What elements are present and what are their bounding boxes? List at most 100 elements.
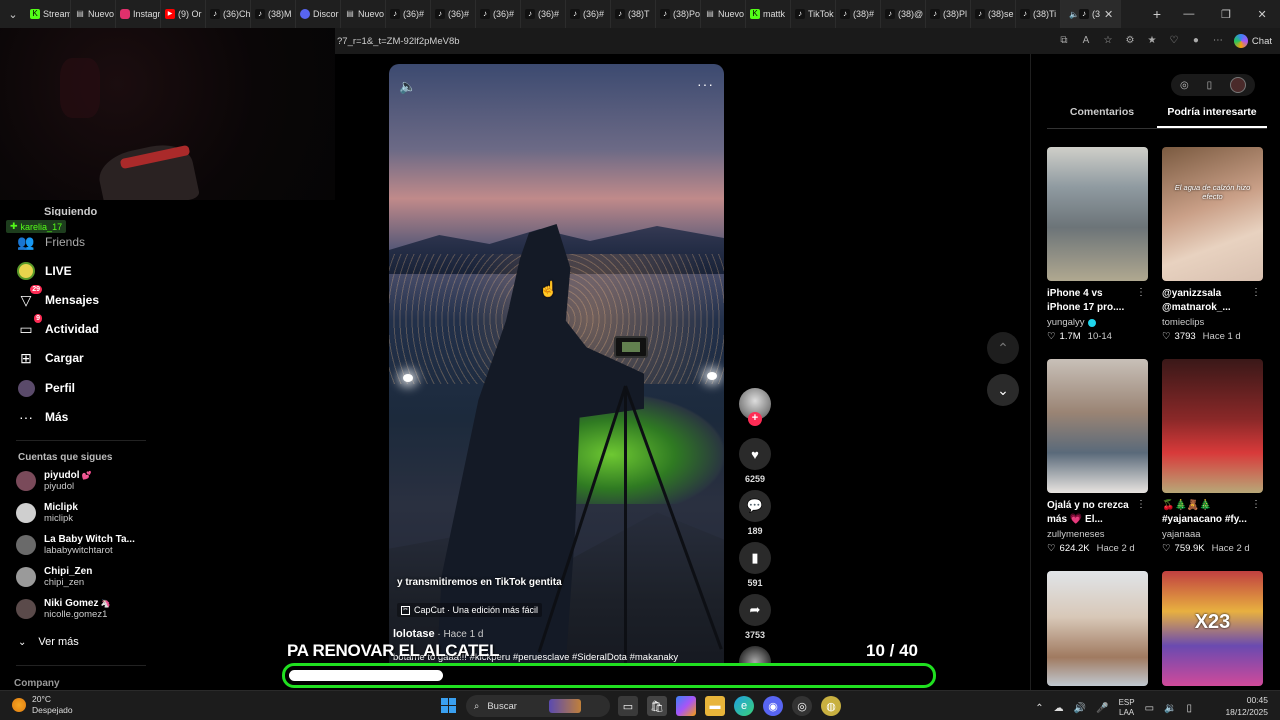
tab-comments[interactable]: Comentarios — [1047, 106, 1157, 128]
browser-tab[interactable]: ▤ Nuevo — [71, 0, 116, 28]
edge-browser-icon[interactable]: e — [734, 696, 754, 716]
video-author[interactable]: lolotase · Hace 1 d — [393, 628, 484, 640]
browser-tab[interactable]: ▶ (9) Or — [161, 0, 206, 28]
browser-tab[interactable]: ♪ (36)# — [476, 0, 521, 28]
microphone-icon[interactable]: 🎤 — [1096, 703, 1108, 714]
browser-tab[interactable]: Discor — [296, 0, 341, 28]
following-account[interactable]: Niki Gomez 🦄 nicolle.gomez1 — [16, 598, 110, 620]
nav-more[interactable]: ··· Más — [16, 406, 68, 428]
video-thumbnail[interactable] — [1162, 359, 1263, 493]
nav-partial-item[interactable]: Siguiendo — [44, 206, 97, 216]
card-author[interactable]: yajanaaa — [1162, 529, 1263, 540]
video-player[interactable]: 🔈 ··· y transmitiremos en TikTok gentita… — [389, 64, 724, 676]
following-account[interactable]: La Baby Witch Ta... lababywitchtarot — [16, 534, 135, 556]
browser-tab[interactable]: ♪ (38)@ — [881, 0, 926, 28]
video-thumbnail[interactable]: El agua de calzón hizo efecto — [1162, 147, 1263, 281]
next-video-button[interactable]: ⌄ — [987, 374, 1019, 406]
settings-more-icon[interactable]: ⋯ — [1212, 35, 1224, 47]
clock[interactable]: 00:45 18/12/2025 — [1225, 694, 1268, 718]
more-options-icon[interactable]: ⋮ — [1136, 499, 1146, 510]
browser-tab[interactable]: ▤ Nuevo — [341, 0, 386, 28]
browser-tab[interactable]: ♪ (36)# — [386, 0, 431, 28]
tab-search-icon[interactable]: ⌄ — [0, 0, 26, 28]
browser-tab[interactable]: K Stream — [26, 0, 71, 28]
user-avatar[interactable] — [1230, 77, 1247, 93]
follow-plus-button[interactable]: + — [748, 412, 762, 426]
following-account[interactable]: Chipi_Zen chipi_zen — [16, 566, 92, 588]
video-thumbnail[interactable] — [1047, 359, 1148, 493]
favorites-icon[interactable]: ★ — [1146, 35, 1158, 47]
copilot-app-icon[interactable] — [676, 696, 696, 716]
card-author[interactable]: yungalyy — [1047, 317, 1148, 328]
more-options-icon[interactable]: ⋮ — [1251, 499, 1261, 510]
recommended-video-card[interactable]: Ojalá y no crezca más 💗 El... ⋮ zullymenes… — [1047, 359, 1148, 554]
taskbar-search[interactable]: ⌕ Buscar — [466, 695, 610, 717]
nav-upload[interactable]: ⊞ Cargar — [16, 347, 84, 369]
task-view-icon[interactable]: ▭ — [618, 696, 638, 716]
url-field[interactable]: ?7_r=1&_t=ZM-92lf2pMeV8b — [337, 36, 1058, 47]
comment-button[interactable]: 💬 — [739, 490, 771, 522]
device-icon[interactable]: ▯ — [1207, 80, 1213, 91]
browser-tab[interactable]: ♪ (38)Pl — [926, 0, 971, 28]
weather-widget[interactable]: 20°C Despejado — [12, 694, 73, 716]
video-thumbnail[interactable] — [1047, 147, 1148, 281]
volume-icon[interactable]: 🔈 — [399, 78, 416, 95]
recommended-video-card[interactable]: X23 — [1162, 571, 1263, 686]
browser-tab[interactable]: ♪ (38)Ti — [1016, 0, 1061, 28]
recommended-video-card[interactable]: El agua de calzón hizo efecto @yanizzsala… — [1162, 147, 1263, 342]
windows-start-icon[interactable] — [441, 698, 456, 713]
nav-activity[interactable]: ▭ 9 Actividad — [16, 314, 99, 340]
more-options-icon[interactable]: ⋮ — [1136, 287, 1146, 298]
compass-icon[interactable]: ◎ — [1180, 80, 1189, 91]
favorite-star-icon[interactable]: ☆ — [1102, 35, 1114, 47]
browser-tab[interactable]: ▤ Nuevo — [701, 0, 746, 28]
minimize-icon[interactable]: — — [1183, 8, 1194, 21]
nav-profile[interactable]: Perfil — [16, 377, 75, 399]
extensions-icon[interactable]: ⚙ — [1124, 35, 1136, 47]
browser-tab[interactable]: ♪ (36)# — [431, 0, 476, 28]
video-thumbnail[interactable] — [1047, 571, 1148, 686]
file-explorer-icon[interactable]: ▬ — [705, 696, 725, 716]
close-window-icon[interactable]: ✕ — [1257, 8, 1266, 21]
recommended-video-card[interactable]: iPhone 4 vs iPhone 17 pro.... ⋮ yungalyy ♡ 1… — [1047, 147, 1148, 342]
nav-messages[interactable]: ▽ 29 Mensajes — [16, 285, 99, 311]
following-account[interactable]: piyudol 💕 piyudol — [16, 470, 92, 492]
browser-tab[interactable]: ♪ TikTok — [791, 0, 836, 28]
company-link[interactable]: Company — [14, 678, 60, 689]
browser-tab[interactable]: ♪ (36)# — [566, 0, 611, 28]
like-button[interactable]: ♥ — [739, 438, 771, 470]
battery-icon[interactable]: ▯ — [1186, 703, 1192, 714]
volume-icon[interactable]: 🔉 — [1164, 703, 1176, 714]
restore-icon[interactable]: ❐ — [1221, 8, 1231, 21]
chevron-up-icon[interactable]: ⌃ — [1035, 703, 1043, 714]
cloud-icon[interactable]: ☁ — [1054, 703, 1064, 714]
new-tab-button[interactable]: + — [1144, 6, 1170, 22]
recommended-video-card[interactable]: 🍒🎄🧸🎄 #yajanacano #fy... ⋮ yajanaaa ♡ 759.9K H… — [1162, 359, 1263, 554]
browser-tab[interactable]: ♪ (38)M — [251, 0, 296, 28]
app-icon[interactable]: ◍ — [821, 696, 841, 716]
card-author[interactable]: zullymeneses — [1047, 529, 1148, 540]
more-options-icon[interactable]: ⋮ — [1251, 287, 1261, 298]
speaker-icon[interactable]: 🔊 — [1074, 703, 1086, 714]
more-options-icon[interactable]: ··· — [697, 76, 714, 92]
profile-avatar-icon[interactable]: ● — [1190, 35, 1202, 47]
browser-essentials-icon[interactable]: ♡ — [1168, 35, 1180, 47]
browser-tab[interactable]: 🔈 ♪ (3 ✕ — [1061, 0, 1121, 28]
browser-tab[interactable]: Instagr — [116, 0, 161, 28]
recommended-video-card[interactable] — [1047, 571, 1148, 686]
see-more-button[interactable]: ⌄ Ver más — [18, 636, 79, 648]
open-in-app-icon[interactable]: ⧉ — [1058, 35, 1070, 47]
save-button[interactable]: ▮ — [739, 542, 771, 574]
browser-tab[interactable]: ♪ (36)Ch — [206, 0, 251, 28]
video-thumbnail[interactable]: X23 — [1162, 571, 1263, 686]
browser-tab[interactable]: ♪ (38)T — [611, 0, 656, 28]
nav-live[interactable]: LIVE — [16, 260, 72, 282]
obs-icon[interactable]: ◎ — [792, 696, 812, 716]
browser-tab[interactable]: ♪ (38)# — [836, 0, 881, 28]
tab-recommended[interactable]: Podría interesarte — [1157, 106, 1267, 128]
following-account[interactable]: Miclipk miclipk — [16, 502, 78, 524]
browser-tab[interactable]: ♪ (38)Po — [656, 0, 701, 28]
card-author[interactable]: tomieclips — [1162, 317, 1263, 328]
copilot-chat-button[interactable]: Chat — [1233, 34, 1272, 48]
store-icon[interactable]: 🛍 — [647, 696, 667, 716]
